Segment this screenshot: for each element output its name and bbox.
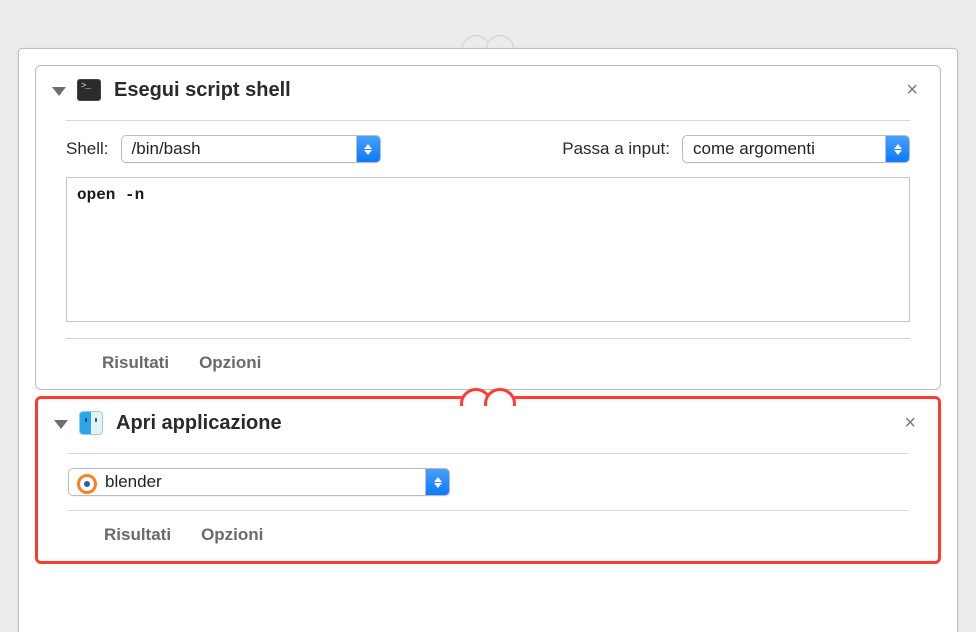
options-button[interactable]: Opzioni: [201, 525, 263, 545]
script-textarea[interactable]: open -n: [66, 177, 910, 322]
chevron-updown-icon[interactable]: [885, 136, 909, 162]
action-card-shell: Esegui script shell × Shell: /bin/bash P…: [35, 65, 941, 390]
pass-input-select[interactable]: come argomenti: [682, 135, 910, 163]
options-button[interactable]: Opzioni: [199, 353, 261, 373]
close-icon[interactable]: ×: [900, 76, 924, 104]
chevron-updown-icon[interactable]: [425, 469, 449, 495]
terminal-icon: [76, 77, 102, 103]
results-button[interactable]: Risultati: [104, 525, 171, 545]
blender-app-icon: [77, 473, 95, 491]
disclosure-triangle-icon[interactable]: [54, 420, 68, 429]
disclosure-triangle-icon[interactable]: [52, 87, 66, 96]
application-select[interactable]: blender: [68, 468, 450, 496]
shell-select[interactable]: /bin/bash: [121, 135, 381, 163]
results-button[interactable]: Risultati: [102, 353, 169, 373]
card-title: Esegui script shell: [114, 79, 900, 102]
pass-input-label: Passa a input:: [562, 139, 670, 159]
chevron-updown-icon[interactable]: [356, 136, 380, 162]
finder-icon: [78, 410, 104, 436]
shell-label: Shell:: [66, 139, 109, 159]
close-icon[interactable]: ×: [898, 409, 922, 437]
